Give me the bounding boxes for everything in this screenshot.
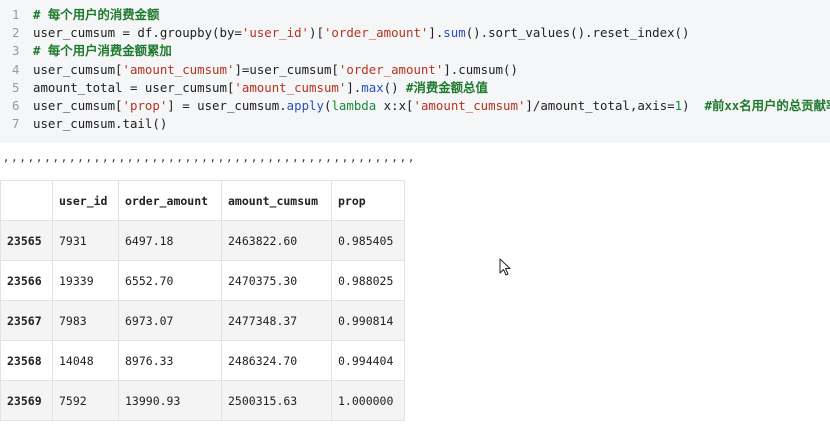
code-token: user_cumsum[ bbox=[33, 98, 123, 113]
line-number: 2 bbox=[12, 25, 20, 41]
mouse-pointer-icon bbox=[499, 258, 511, 276]
code-token: user_cumsum = df.groupby(by= bbox=[33, 25, 242, 41]
row-index: 23568 bbox=[0, 340, 53, 381]
code-token: ].cumsum() bbox=[443, 61, 518, 77]
code-token: 'order_amount' bbox=[323, 25, 429, 41]
code-line: 5 amount_total = user_cumsum['amount_cums… bbox=[0, 79, 488, 97]
code-token: ]/amount_total,axis= bbox=[525, 98, 675, 113]
code-token: user_cumsum[ bbox=[33, 61, 123, 77]
cell-prop: 0.988025 bbox=[331, 260, 405, 301]
cell-amount-cumsum: 2477348.37 bbox=[221, 300, 332, 341]
row-index: 23566 bbox=[0, 260, 53, 301]
line-number: 7 bbox=[12, 116, 20, 132]
table-row: 23566 19339 6552.70 2470375.30 0.988025 bbox=[0, 260, 405, 301]
code-line: 6 user_cumsum['prop'] = user_cumsum.apply… bbox=[0, 97, 830, 115]
code-token: 'amount_cumsum' bbox=[413, 98, 526, 113]
row-index: 23569 bbox=[0, 380, 53, 421]
code-token: () bbox=[383, 79, 407, 95]
code-line: 2 user_cumsum = df.groupby(by='user_id')[… bbox=[0, 24, 689, 42]
cell-prop: 0.994404 bbox=[331, 340, 405, 381]
code-token: #前xx名用户的总贡献率 bbox=[704, 98, 830, 113]
table-row: 23567 7983 6973.07 2477348.37 0.990814 bbox=[0, 300, 405, 341]
code-token: ] = user_cumsum. bbox=[167, 98, 287, 113]
cell-order-amount: 6497.18 bbox=[118, 220, 222, 261]
column-header-user-id: user_id bbox=[52, 180, 119, 221]
line-number: 4 bbox=[12, 61, 20, 77]
code-token: # 每个用户消费金额累加 bbox=[33, 43, 172, 59]
line-number: 1 bbox=[12, 7, 20, 22]
table-row: 23565 7931 6497.18 2463822.60 0.985405 bbox=[0, 220, 405, 261]
code-cell[interactable]: 1 # 每个用户的消费金额 2 user_cumsum = df.groupby(by… bbox=[0, 0, 830, 142]
cell-order-amount: 13990.93 bbox=[118, 380, 222, 421]
code-token: ().sort_values().reset_index() bbox=[465, 25, 690, 41]
cell-prop: 0.985405 bbox=[331, 220, 405, 261]
code-token: ]=user_cumsum[ bbox=[234, 61, 339, 77]
column-header-prop: prop bbox=[331, 180, 405, 221]
cell-user-id: 14048 bbox=[52, 340, 119, 381]
code-line: 4 user_cumsum['amount_cumsum']=user_cumsu… bbox=[0, 61, 518, 79]
code-token: apply bbox=[286, 98, 324, 113]
table-row: 23568 14048 8976.33 2486324.70 0.994404 bbox=[0, 340, 405, 381]
line-number: 3 bbox=[12, 43, 20, 59]
code-token: # 每个用户的消费金额 bbox=[33, 7, 160, 22]
code-token: sum bbox=[443, 25, 466, 41]
code-token: )[ bbox=[309, 25, 324, 41]
cell-prop: 1.000000 bbox=[331, 380, 405, 421]
dataframe-output-table: user_id order_amount amount_cumsum prop … bbox=[0, 180, 405, 421]
code-token: ]. bbox=[428, 25, 444, 41]
cell-user-id: 7983 bbox=[52, 300, 119, 341]
code-token: max bbox=[361, 79, 384, 95]
code-token: 'prop' bbox=[122, 98, 168, 113]
code-line: 3 # 每个用户消费金额累加 bbox=[0, 42, 172, 60]
code-token: ]. bbox=[346, 79, 362, 95]
code-token: 'amount_cumsum' bbox=[122, 61, 235, 77]
code-token: 'order_amount' bbox=[338, 61, 444, 77]
cell-user-id: 7931 bbox=[52, 220, 119, 261]
code-line: 7 user_cumsum.tail() bbox=[0, 115, 167, 133]
column-header-index bbox=[0, 180, 53, 221]
cell-prop: 0.990814 bbox=[331, 300, 405, 341]
code-line: 1 # 每个用户的消费金额 bbox=[0, 6, 159, 24]
line-number: 5 bbox=[12, 79, 20, 95]
code-token: #消费金额总值 bbox=[406, 79, 488, 95]
code-token: ) bbox=[682, 98, 705, 113]
table-header-row: user_id order_amount amount_cumsum prop bbox=[0, 180, 405, 221]
code-token: x:x[ bbox=[376, 98, 414, 113]
cell-order-amount: 6552.70 bbox=[118, 260, 222, 301]
cell-amount-cumsum: 2486324.70 bbox=[221, 340, 332, 381]
cell-amount-cumsum: 2463822.60 bbox=[221, 220, 332, 261]
code-token: amount_total = user_cumsum[ bbox=[33, 79, 235, 95]
cell-user-id: 19339 bbox=[52, 260, 119, 301]
cell-user-id: 7592 bbox=[52, 380, 119, 421]
table-row: 23569 7592 13990.93 2500315.63 1.000000 bbox=[0, 380, 405, 421]
code-token: 'amount_cumsum' bbox=[234, 79, 347, 95]
code-token: lambda bbox=[331, 98, 377, 113]
row-index: 23567 bbox=[0, 300, 53, 341]
cell-amount-cumsum: 2500315.63 bbox=[221, 380, 332, 421]
column-header-amount-cumsum: amount_cumsum bbox=[221, 180, 332, 221]
cell-order-amount: 8976.33 bbox=[118, 340, 222, 381]
output-stream-text: , , , , , , , , , , , , , , , , , , , , … bbox=[4, 150, 414, 165]
code-token: 1 bbox=[674, 98, 683, 113]
line-number: 6 bbox=[12, 98, 20, 113]
row-index: 23565 bbox=[0, 220, 53, 261]
cell-order-amount: 6973.07 bbox=[118, 300, 222, 341]
column-header-order-amount: order_amount bbox=[118, 180, 222, 221]
code-token: 'user_id' bbox=[241, 25, 310, 41]
cell-amount-cumsum: 2470375.30 bbox=[221, 260, 332, 301]
code-token: user_cumsum.tail() bbox=[33, 116, 168, 132]
